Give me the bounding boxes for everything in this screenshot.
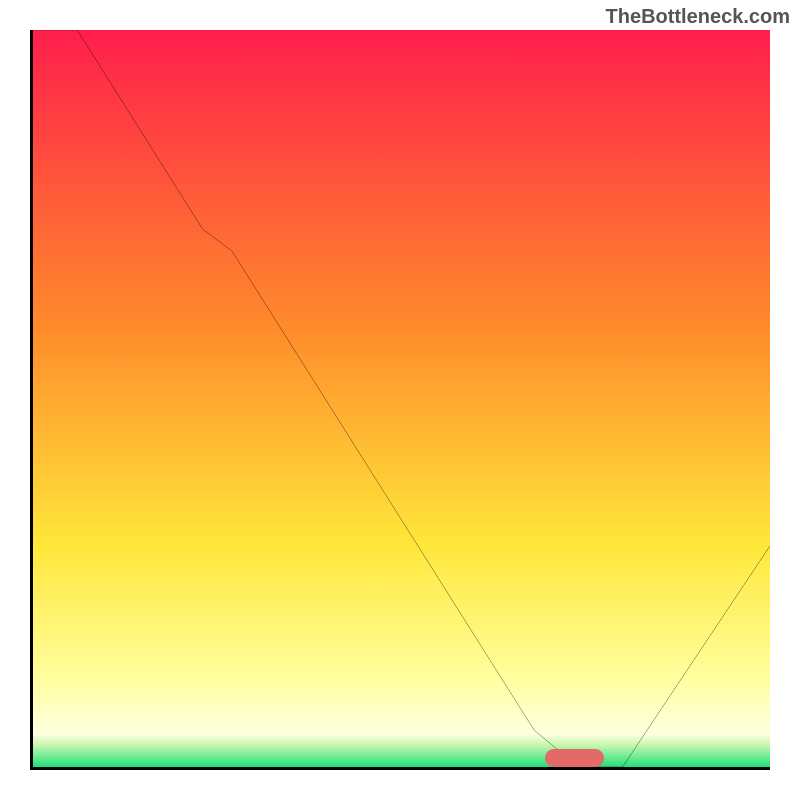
watermark-text: TheBottleneck.com (606, 6, 790, 29)
plot-area (33, 30, 770, 767)
bottleneck-curve (33, 30, 770, 767)
optimal-marker (545, 749, 604, 767)
chart-container: TheBottleneck.com (0, 0, 800, 800)
